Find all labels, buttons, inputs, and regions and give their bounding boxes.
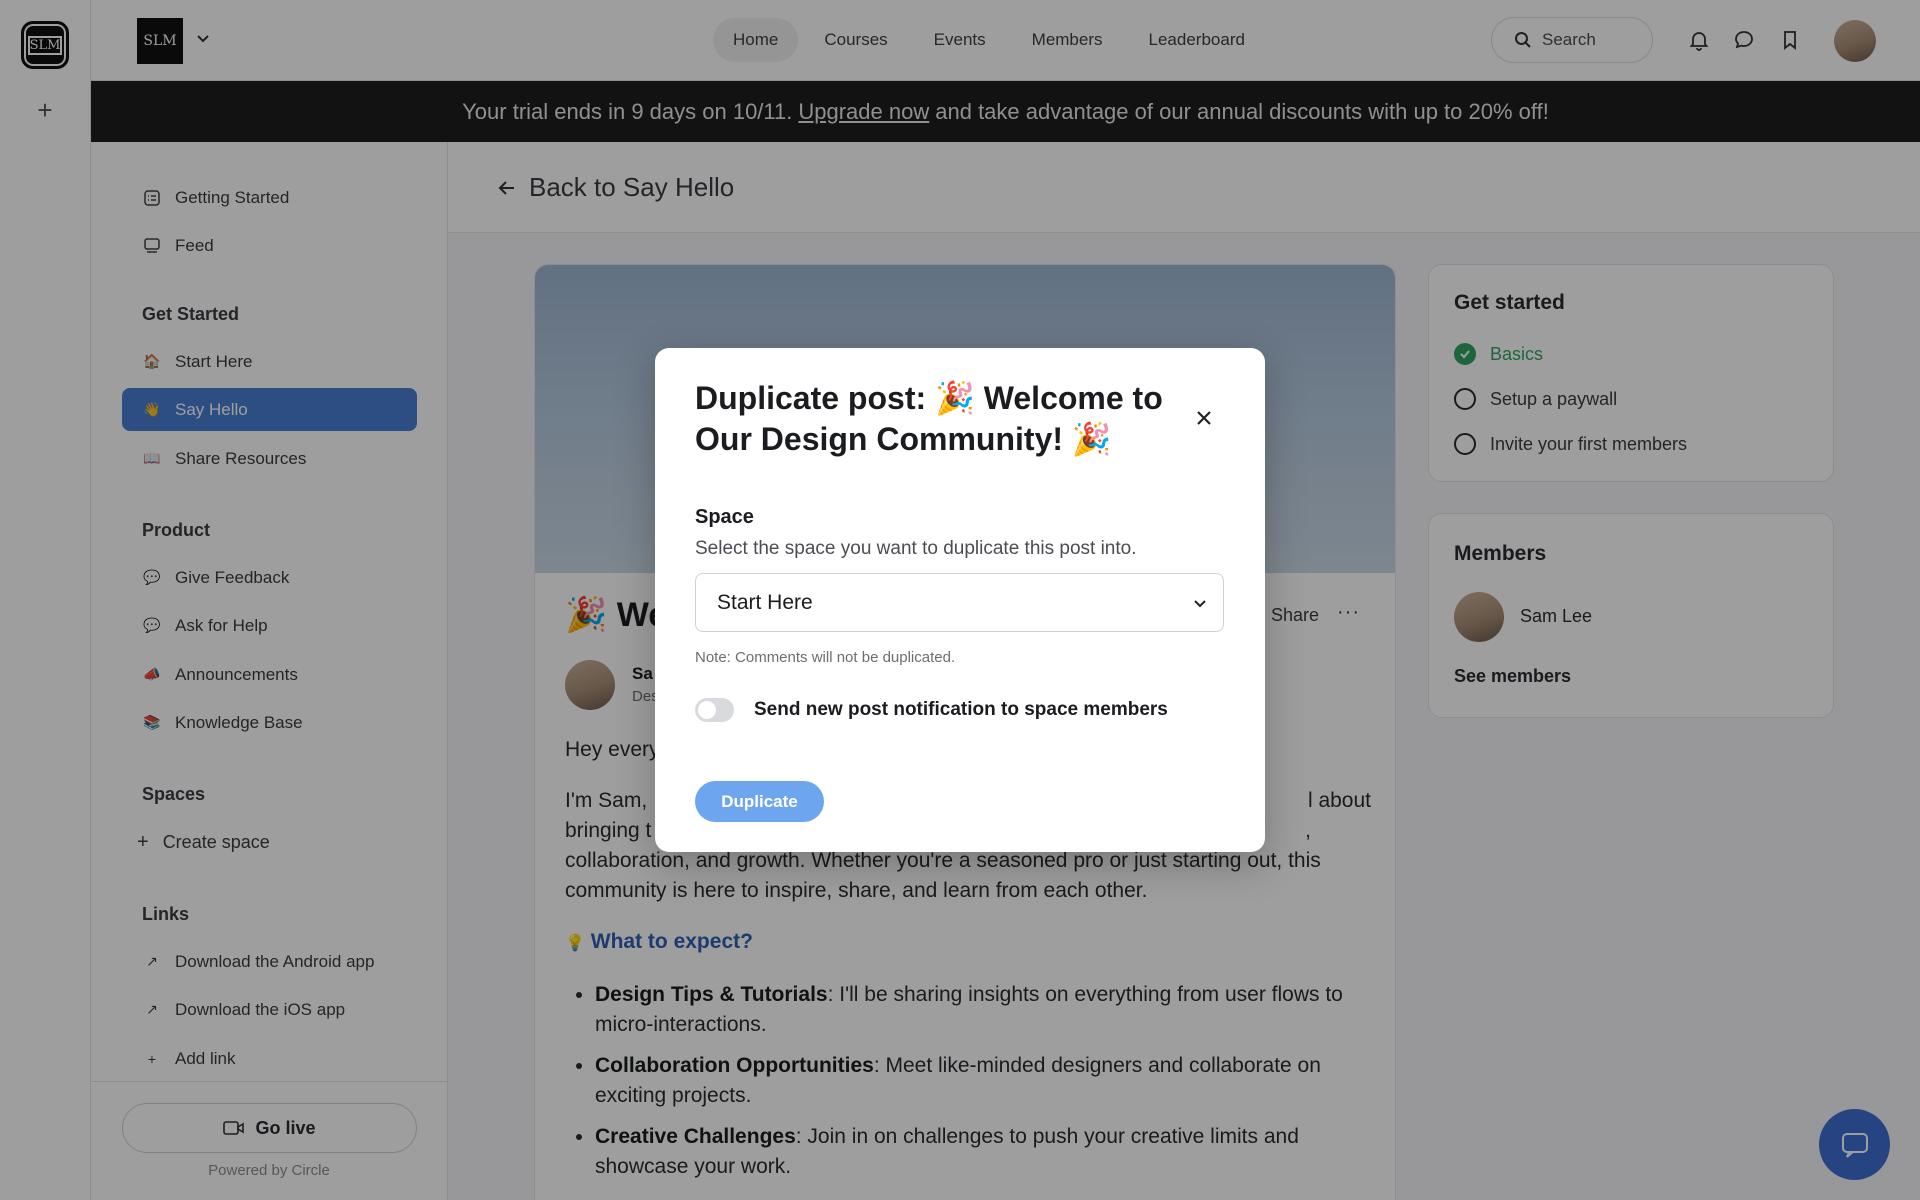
space-field-label: Space [695,506,754,528]
close-icon[interactable] [1192,406,1216,430]
duplicate-post-dialog: Duplicate post: 🎉 Welcome to Our Design … [655,348,1265,852]
notify-members-label[interactable]: Send new post notification to space memb… [754,699,1168,721]
dialog-title: Duplicate post: 🎉 Welcome to Our Design … [695,380,1163,457]
space-select-value: Start Here [717,590,813,614]
duplicate-button[interactable]: Duplicate [695,781,824,822]
comments-note: Note: Comments will not be duplicated. [695,649,956,666]
chevron-down-icon [1194,600,1206,608]
space-field-help: Select the space you want to duplicate t… [695,538,1137,559]
space-select[interactable]: Start Here [695,573,1224,632]
notify-members-toggle[interactable] [695,698,734,722]
toggle-knob [698,701,716,719]
